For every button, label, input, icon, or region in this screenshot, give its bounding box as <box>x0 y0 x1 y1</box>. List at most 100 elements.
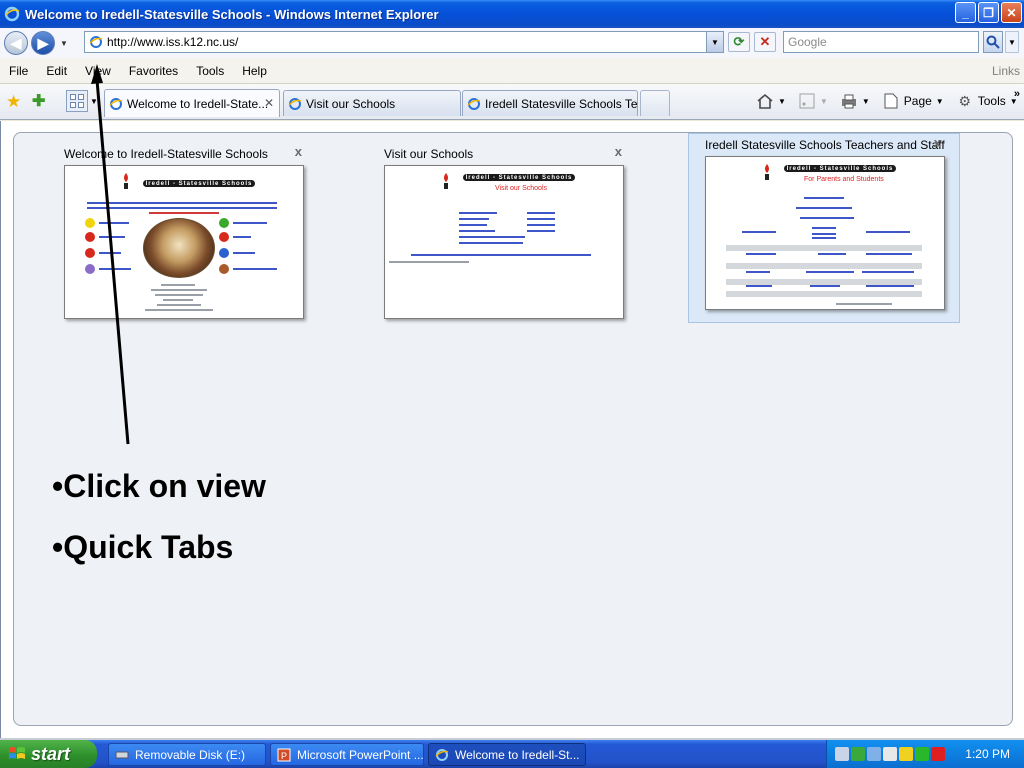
hand-icon <box>85 264 95 274</box>
search-input[interactable]: Google <box>783 31 979 53</box>
new-tab-button[interactable] <box>640 90 670 116</box>
menu-view[interactable]: View <box>76 64 120 78</box>
ie-tab-icon <box>288 97 302 110</box>
home-icon[interactable] <box>756 92 774 110</box>
search-button[interactable] <box>983 31 1003 53</box>
page-menu[interactable]: Page <box>904 94 932 108</box>
thumbnail-heading: For Parents and Students <box>804 176 884 183</box>
recent-pages-dropdown[interactable]: ▼ <box>60 39 68 48</box>
tab-bar: ★ ✚ ▼ Welcome to Iredell-State... ✕ Visi… <box>0 84 1024 120</box>
quick-tab-tile <box>78 102 84 108</box>
ie-tab-icon <box>467 97 481 110</box>
drive-icon <box>115 751 129 758</box>
task-label: Removable Disk (E:) <box>135 747 246 762</box>
clock: 1:20 PM <box>965 747 1010 761</box>
hand-icon <box>219 232 229 242</box>
feeds-icon[interactable] <box>798 92 816 110</box>
taskbar-internet-explorer[interactable]: Welcome to Iredell-St... <box>428 743 586 766</box>
stop-button[interactable]: ✕ <box>754 32 776 52</box>
tab-welcome[interactable]: Welcome to Iredell-State... ✕ <box>104 89 280 117</box>
tab-visit-schools[interactable]: Visit our Schools <box>283 90 461 116</box>
close-tab-icon[interactable]: ✕ <box>264 96 274 110</box>
refresh-button[interactable]: ⟳ <box>728 32 750 52</box>
quick-tabs-button[interactable] <box>66 90 88 112</box>
taskbar-removable-disk[interactable]: Removable Disk (E:) <box>108 743 266 766</box>
start-button[interactable]: start <box>0 740 97 768</box>
search-icon <box>986 35 1000 49</box>
window-controls: _ ❐ ✕ <box>955 2 1022 23</box>
windows-flag-icon <box>9 747 25 759</box>
address-field[interactable]: http://www.iss.k12.nc.us/ ▼ <box>84 31 724 53</box>
thumbnail-banner: Iredell - Statesville Schools <box>143 180 255 187</box>
thumbnail-title: Welcome to Iredell-Statesville Schools <box>64 147 268 161</box>
menu-bar: File Edit View Favorites Tools Help Link… <box>0 58 1024 84</box>
address-dropdown[interactable]: ▼ <box>706 32 723 52</box>
page-icon <box>89 36 103 48</box>
tab-list-dropdown[interactable]: ▼ <box>90 97 98 106</box>
taskbar: start Removable Disk (E:) P Microsoft Po… <box>0 740 1024 768</box>
print-dropdown[interactable]: ▼ <box>862 97 870 106</box>
hand-icon <box>219 248 229 258</box>
update-icon[interactable] <box>899 747 913 761</box>
menu-help[interactable]: Help <box>233 64 276 78</box>
address-toolbar: ◀ ▶ ▼ http://www.iss.k12.nc.us/ ▼ ⟳ ✕ Go… <box>0 28 1024 58</box>
search-options-dropdown[interactable]: ▼ <box>1005 31 1019 53</box>
add-to-favorites-icon[interactable]: ✚ <box>32 91 45 111</box>
quick-tabs-panel: Welcome to Iredell-Statesville Schools x… <box>13 132 1013 726</box>
links-toolbar[interactable]: Links <box>992 64 1020 78</box>
security-icon[interactable] <box>851 747 865 761</box>
menu-file[interactable]: File <box>0 64 37 78</box>
antivirus-icon[interactable] <box>931 747 945 761</box>
menu-favorites[interactable]: Favorites <box>120 64 187 78</box>
quick-tab-tile <box>70 94 76 100</box>
volume-icon[interactable] <box>883 747 897 761</box>
tab-label: Iredell Statesville Schools Te... <box>485 96 638 111</box>
display-icon[interactable] <box>867 747 881 761</box>
upload-icon[interactable] <box>915 747 929 761</box>
feeds-dropdown[interactable]: ▼ <box>820 97 828 106</box>
start-label: start <box>31 743 71 764</box>
quick-tab-thumbnail-teachers-staff[interactable]: Iredell Statesville Schools Teachers and… <box>688 133 960 323</box>
annotation-bullet-quick-tabs: •Quick Tabs <box>52 529 234 565</box>
quick-tab-thumbnail-welcome[interactable]: Welcome to Iredell-Statesville Schools x… <box>48 143 320 333</box>
browser-content: Welcome to Iredell-Statesville Schools x… <box>0 121 1024 738</box>
ie-logo-icon <box>435 748 449 761</box>
print-icon[interactable] <box>840 92 858 110</box>
close-thumbnail-icon[interactable]: x <box>934 135 941 150</box>
close-window-button[interactable]: ✕ <box>1001 2 1022 23</box>
command-bar: ▼ ▼ ▼ Page ▼ ⚙ Tools ▼ <box>756 92 1024 110</box>
close-thumbnail-icon[interactable]: x <box>615 144 622 159</box>
thumbnail-banner: Iredell - Statesville Schools <box>784 165 896 172</box>
thumbnail-photo <box>143 218 215 278</box>
forward-button[interactable]: ▶ <box>31 31 55 55</box>
hand-icon <box>85 232 95 242</box>
torch-logo-icon <box>765 164 769 180</box>
hand-icon <box>85 218 95 228</box>
quick-tab-thumbnail-visit-schools[interactable]: Visit our Schools x Iredell - Statesvill… <box>368 143 640 333</box>
home-dropdown[interactable]: ▼ <box>778 97 786 106</box>
tab-label: Visit our Schools <box>306 96 396 111</box>
menu-tools[interactable]: Tools <box>187 64 233 78</box>
restore-button[interactable]: ❐ <box>978 2 999 23</box>
menu-edit[interactable]: Edit <box>37 64 76 78</box>
more-commands-chevron-icon[interactable]: » <box>1014 88 1020 100</box>
page-dropdown[interactable]: ▼ <box>936 97 944 106</box>
tools-menu[interactable]: Tools <box>978 94 1006 108</box>
ie-logo-icon <box>4 6 20 22</box>
thumbnail-title: Visit our Schools <box>384 147 474 161</box>
hand-icon <box>219 218 229 228</box>
tab-teachers-staff[interactable]: Iredell Statesville Schools Te... <box>462 90 638 116</box>
taskbar-powerpoint[interactable]: P Microsoft PowerPoint ... <box>270 743 424 766</box>
task-label: Welcome to Iredell-St... <box>455 747 580 762</box>
favorites-center-icon[interactable]: ★ <box>6 92 21 112</box>
address-url: http://www.iss.k12.nc.us/ <box>107 35 239 49</box>
hand-icon <box>85 248 95 258</box>
tab-label: Welcome to Iredell-State... <box>127 96 269 111</box>
back-button[interactable]: ◀ <box>4 31 28 55</box>
page-icon <box>882 92 900 110</box>
network-icon[interactable] <box>835 747 849 761</box>
quick-tab-tile <box>78 94 84 100</box>
torch-logo-icon <box>444 173 448 189</box>
close-thumbnail-icon[interactable]: x <box>295 144 302 159</box>
minimize-button[interactable]: _ <box>955 2 976 23</box>
